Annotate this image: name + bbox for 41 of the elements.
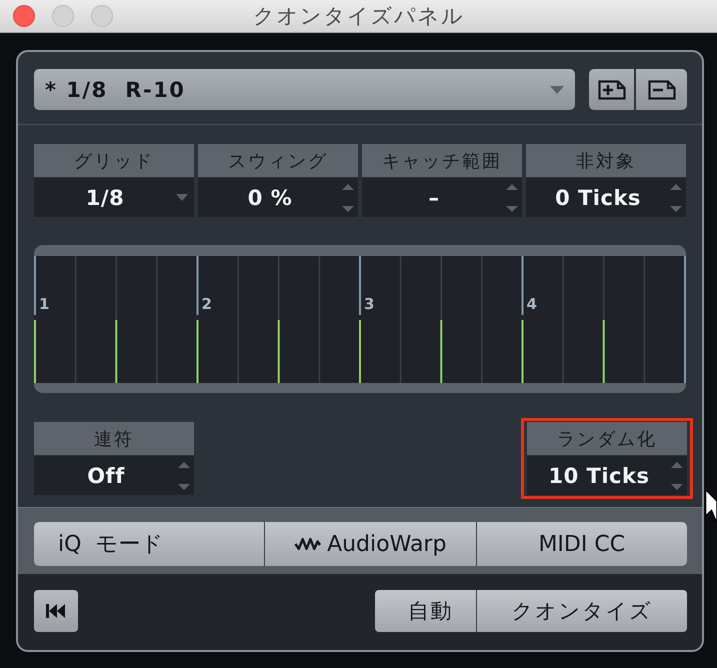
window-title: クオンタイズパネル xyxy=(252,3,464,30)
stepper-arrows-icon[interactable] xyxy=(670,184,682,212)
mode-button[interactable]: iQ モード xyxy=(34,522,264,566)
mode-button[interactable]: AudioWarp xyxy=(265,522,476,566)
mode-button[interactable]: MIDI CC xyxy=(476,522,687,566)
beat-label: 3 xyxy=(364,296,374,313)
action-button[interactable]: 自動 xyxy=(375,590,476,632)
beat-label: 1 xyxy=(39,296,50,313)
dropdown-caret-icon xyxy=(176,194,188,201)
wave-icon xyxy=(294,537,322,551)
param-spinbox[interactable]: 0 % xyxy=(198,178,358,217)
stepper-arrows-icon[interactable] xyxy=(178,462,190,490)
close-button[interactable] xyxy=(13,5,35,27)
param-dropdown[interactable]: 1/8 xyxy=(34,178,194,217)
minimize-button[interactable] xyxy=(52,5,74,27)
param-label: スウィング xyxy=(198,144,358,177)
beat-label: 2 xyxy=(202,296,212,313)
page-plus-icon xyxy=(598,80,626,100)
zoom-button[interactable] xyxy=(91,5,113,27)
param-spinbox[interactable]: Off xyxy=(34,456,194,495)
param-label: 非対象 xyxy=(526,144,686,177)
param-label: キャッチ範囲 xyxy=(362,144,522,177)
param-spinbox[interactable]: 0 Ticks xyxy=(526,178,686,217)
param-label: 連符 xyxy=(34,422,194,455)
dropdown-caret-icon xyxy=(550,86,564,94)
stepper-arrows-icon[interactable] xyxy=(671,462,683,490)
remove-preset-button[interactable] xyxy=(636,69,687,110)
page-minus-icon xyxy=(648,80,676,100)
skip-back-icon xyxy=(46,604,66,618)
preset-dropdown[interactable]: * 1/8 R-10 xyxy=(34,69,575,110)
beat-label: 4 xyxy=(526,296,537,313)
param-label: グリッド xyxy=(34,144,194,177)
add-preset-button[interactable] xyxy=(589,69,634,110)
param-label: ランダム化 xyxy=(527,422,687,455)
param-spinbox[interactable]: 10 Ticks xyxy=(527,456,687,495)
rewind-button[interactable] xyxy=(34,590,78,632)
action-button[interactable]: クオンタイズ xyxy=(477,590,687,632)
stepper-arrows-icon[interactable] xyxy=(342,184,354,212)
mouse-pointer-icon xyxy=(704,488,717,522)
stepper-arrows-icon[interactable] xyxy=(506,184,518,212)
param-spinbox[interactable]: – xyxy=(362,178,522,217)
